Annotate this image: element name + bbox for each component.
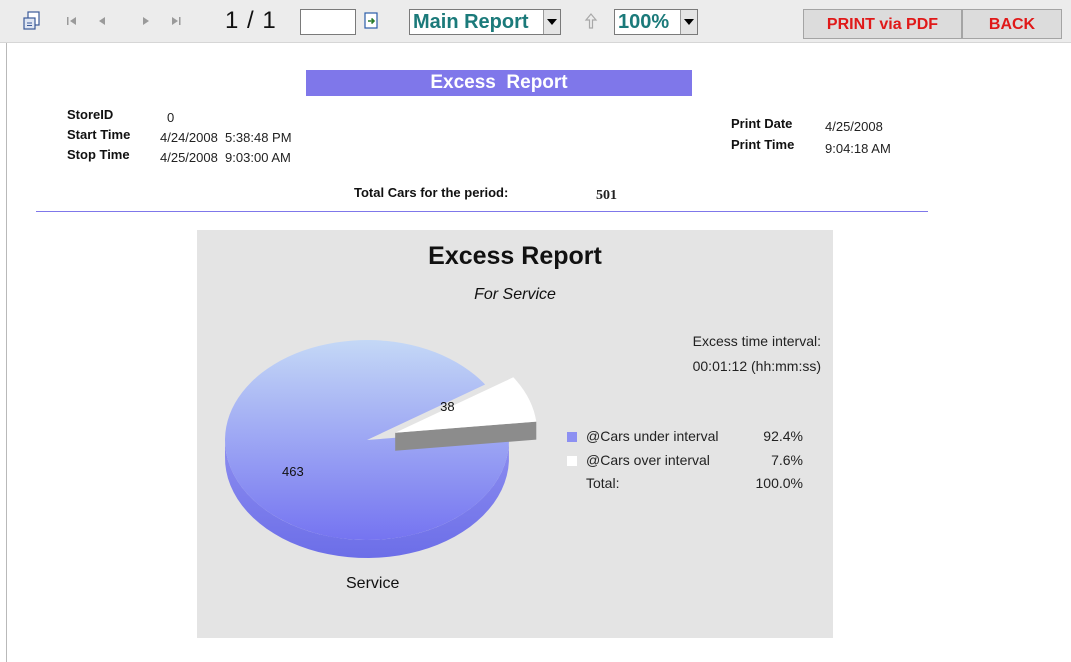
export-icon[interactable] <box>22 10 44 32</box>
stop-time-label: Stop Time <box>67 147 130 162</box>
first-page-icon[interactable] <box>64 11 80 31</box>
previous-page-icon[interactable] <box>94 11 110 31</box>
pie-value-label-over: 38 <box>440 399 454 414</box>
total-cars-value: 501 <box>596 188 617 203</box>
back-button[interactable]: BACK <box>962 9 1062 39</box>
zoom-select-value: 100% <box>618 11 670 33</box>
start-time-label: Start Time <box>67 127 131 142</box>
print-time-value: 9:04:18 AM <box>825 141 891 156</box>
report-frame-border <box>6 43 7 662</box>
legend-swatch-under <box>567 432 577 442</box>
legend-total-label: Total: <box>586 475 620 491</box>
last-page-icon[interactable] <box>168 11 184 31</box>
goto-page-input[interactable] <box>300 9 356 35</box>
print-date-label: Print Date <box>731 116 793 131</box>
store-id-value: 0 <box>167 110 175 125</box>
store-id-label: StoreID <box>67 107 114 122</box>
chevron-down-icon[interactable] <box>680 10 697 34</box>
goto-page-icon[interactable] <box>362 11 384 33</box>
excess-chart: Excess Report For Service Excess time in… <box>197 230 833 638</box>
report-select[interactable]: Main Report <box>409 9 561 35</box>
up-arrow-icon[interactable] <box>583 12 605 34</box>
zoom-select[interactable]: 100% <box>614 9 698 35</box>
print-pdf-button[interactable]: PRINT via PDF <box>803 9 962 39</box>
header-divider <box>36 211 928 212</box>
start-time-value: 4/24/2008 5:38:48 PM <box>160 130 292 145</box>
report-title: Excess Report <box>306 70 692 96</box>
print-date-value: 4/25/2008 <box>825 119 883 134</box>
pie-category-label: Service <box>346 575 400 592</box>
legend-total-percent: 100.0% <box>755 475 803 491</box>
report-viewer-toolbar: 1 / 1 Main Report 100% PRINT via PDF BAC… <box>0 0 1071 43</box>
page-indicator: 1 / 1 <box>225 7 277 34</box>
report-select-value: Main Report <box>413 11 529 33</box>
total-cars-label: Total Cars for the period: <box>354 185 509 200</box>
stop-time-value: 4/25/2008 9:03:00 AM <box>160 150 291 165</box>
print-time-label: Print Time <box>731 137 795 152</box>
pie-value-label-under: 463 <box>282 464 304 479</box>
legend-percent-over: 7.6% <box>771 452 803 468</box>
next-page-icon[interactable] <box>138 11 154 31</box>
legend-swatch-over <box>567 456 577 466</box>
legend-percent-under: 92.4% <box>763 428 803 444</box>
chevron-down-icon[interactable] <box>543 10 560 34</box>
